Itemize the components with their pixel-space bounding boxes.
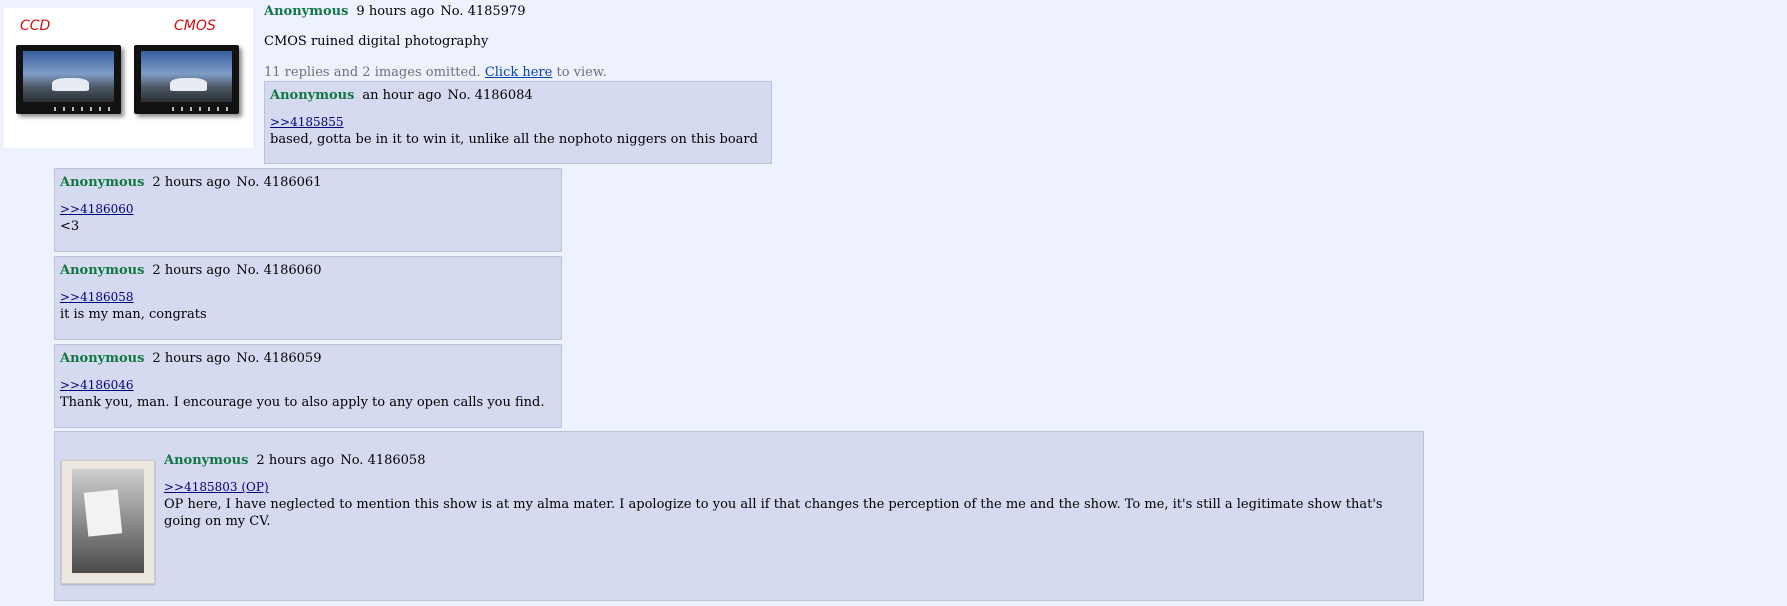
post-time: 2 hours ago [256, 453, 335, 468]
op-thumbnail[interactable]: CCD CMOS [4, 8, 253, 148]
quote-link[interactable]: >>4186046 [60, 378, 134, 392]
reply-content: Anonymous 2 hours ago No. 4186058 >>418580… [164, 452, 1414, 530]
post-number[interactable]: No. 4185979 [440, 4, 525, 19]
reply-header: Anonymous an hour ago No. 4186084 [270, 87, 766, 104]
ccd-label: CCD [20, 18, 51, 34]
post-number[interactable]: No. 4186059 [236, 351, 321, 366]
op-message: CMOS ruined digital photography [264, 34, 489, 49]
op-header: Anonymous 9 hours ago No. 4185979 [264, 3, 525, 20]
post-time: 9 hours ago [356, 4, 435, 19]
reply-header: Anonymous 2 hours ago No. 4186059 [60, 350, 556, 367]
reply-post: Anonymous an hour ago No. 4186084 >>418585… [264, 81, 772, 164]
poster-name: Anonymous [60, 175, 145, 190]
poster-name: Anonymous [264, 4, 349, 19]
click-here-link[interactable]: Click here [485, 65, 553, 80]
quote-link[interactable]: >>4185855 [270, 115, 344, 129]
omitted-suffix: to view. [556, 65, 607, 80]
poster-name: Anonymous [60, 351, 145, 366]
cmos-camera-image [134, 45, 239, 114]
reply-header: Anonymous 2 hours ago No. 4186060 [60, 262, 556, 279]
poster-name: Anonymous [164, 453, 249, 468]
reply-message: <3 [60, 219, 80, 234]
ccd-camera-image [16, 45, 121, 114]
reply-header: Anonymous 2 hours ago No. 4186058 [164, 452, 1414, 469]
reply-post: Anonymous 2 hours ago No. 4186060 >>418605… [54, 256, 562, 340]
reply-message: it is my man, congrats [60, 307, 207, 322]
reply-post: Anonymous 2 hours ago No. 4186059 >>418604… [54, 344, 562, 428]
cmos-label: CMOS [174, 18, 216, 34]
reply-message: based, gotta be in it to win it, unlike … [270, 132, 758, 147]
post-number[interactable]: No. 4186060 [236, 263, 321, 278]
quote-link[interactable]: >>4186058 [60, 290, 134, 304]
poster-name: Anonymous [270, 88, 355, 103]
post-number[interactable]: No. 4186061 [236, 175, 321, 190]
post-number[interactable]: No. 4186058 [340, 453, 425, 468]
reply-message: Thank you, man. I encourage you to also … [60, 395, 545, 410]
poster-name: Anonymous [60, 263, 145, 278]
omitted-notice: 11 replies and 2 images omitted. Click h… [264, 64, 607, 81]
post-time: 2 hours ago [152, 351, 231, 366]
reply-message: OP here, I have neglected to mention thi… [164, 497, 1383, 529]
post-time: 2 hours ago [152, 263, 231, 278]
post-time: an hour ago [362, 88, 442, 103]
post-number[interactable]: No. 4186084 [448, 88, 533, 103]
post-time: 2 hours ago [152, 175, 231, 190]
reply-post: Anonymous 2 hours ago No. 4186061 >>418606… [54, 168, 562, 252]
quote-link[interactable]: >>4186060 [60, 202, 134, 216]
reply-thumbnail[interactable] [61, 460, 155, 584]
reply-post: Anonymous 2 hours ago No. 4186058 >>418580… [54, 431, 1424, 601]
omitted-text: 11 replies and 2 images omitted. [264, 65, 481, 80]
reply-header: Anonymous 2 hours ago No. 4186061 [60, 174, 556, 191]
quote-link[interactable]: >>4185803 (OP) [164, 480, 269, 494]
